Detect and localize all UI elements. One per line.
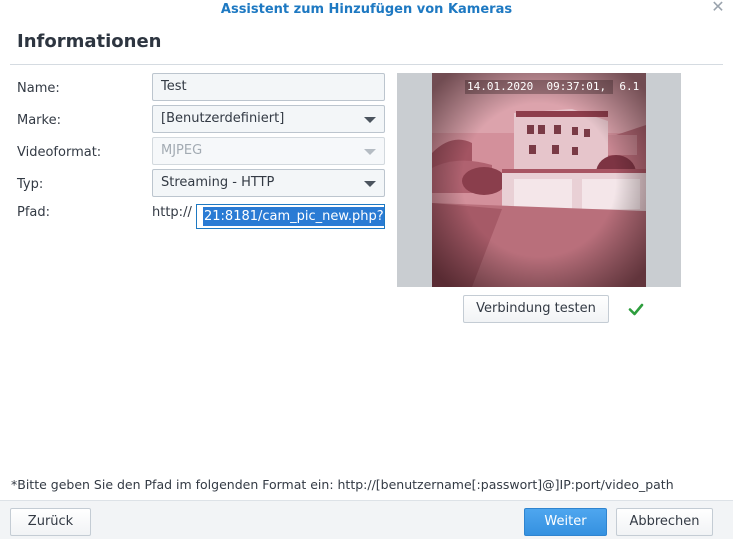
path-input[interactable]: 21:8181/cam_pic_new.php?: [196, 204, 385, 229]
camera-image: 14.01.2020 09:37:01, 6.1 C: [432, 73, 646, 287]
close-icon[interactable]: ✕: [711, 0, 725, 15]
test-connection-button[interactable]: Verbindung testen: [463, 295, 609, 323]
name-input-value: Test: [161, 79, 187, 94]
videoformat-select: MJPEG: [152, 137, 385, 165]
path-label: Pfad:: [17, 205, 51, 220]
videoformat-select-value: MJPEG: [161, 143, 203, 158]
brand-select[interactable]: [Benutzerdefiniert]: [152, 105, 385, 133]
type-select[interactable]: Streaming - HTTP: [152, 169, 385, 197]
chevron-down-icon: [364, 181, 376, 187]
back-button[interactable]: Zurück: [10, 508, 91, 536]
cancel-button-label: Abbrechen: [629, 514, 700, 529]
test-connection-label: Verbindung testen: [476, 301, 596, 316]
next-button[interactable]: Weiter: [524, 508, 607, 536]
next-button-label: Weiter: [544, 514, 587, 529]
camera-scene: [432, 73, 646, 287]
brand-select-value: [Benutzerdefiniert]: [161, 111, 285, 126]
path-input-value: 21:8181/cam_pic_new.php?: [203, 207, 384, 226]
type-select-value: Streaming - HTTP: [161, 175, 275, 190]
section-title: Informationen: [17, 31, 162, 52]
camera-preview: 14.01.2020 09:37:01, 6.1 C: [397, 73, 681, 287]
path-format-hint: *Bitte geben Sie den Pfad im folgenden F…: [11, 477, 674, 492]
name-input[interactable]: Test: [152, 73, 385, 101]
back-button-label: Zurück: [27, 514, 74, 529]
camera-timestamp-overlay: 14.01.2020 09:37:01, 6.1 C: [467, 80, 646, 93]
checkmark-icon: [628, 303, 644, 316]
chevron-down-icon: [364, 149, 376, 155]
chevron-down-icon: [364, 117, 376, 123]
type-label: Typ:: [17, 177, 44, 192]
path-prefix: http://: [152, 205, 192, 220]
brand-label: Marke:: [17, 113, 61, 128]
videoformat-label: Videoformat:: [17, 145, 102, 160]
divider: [10, 64, 723, 65]
cancel-button[interactable]: Abbrechen: [616, 508, 713, 536]
window-title: Assistent zum Hinzufügen von Kameras: [220, 2, 513, 17]
name-label: Name:: [17, 81, 60, 96]
